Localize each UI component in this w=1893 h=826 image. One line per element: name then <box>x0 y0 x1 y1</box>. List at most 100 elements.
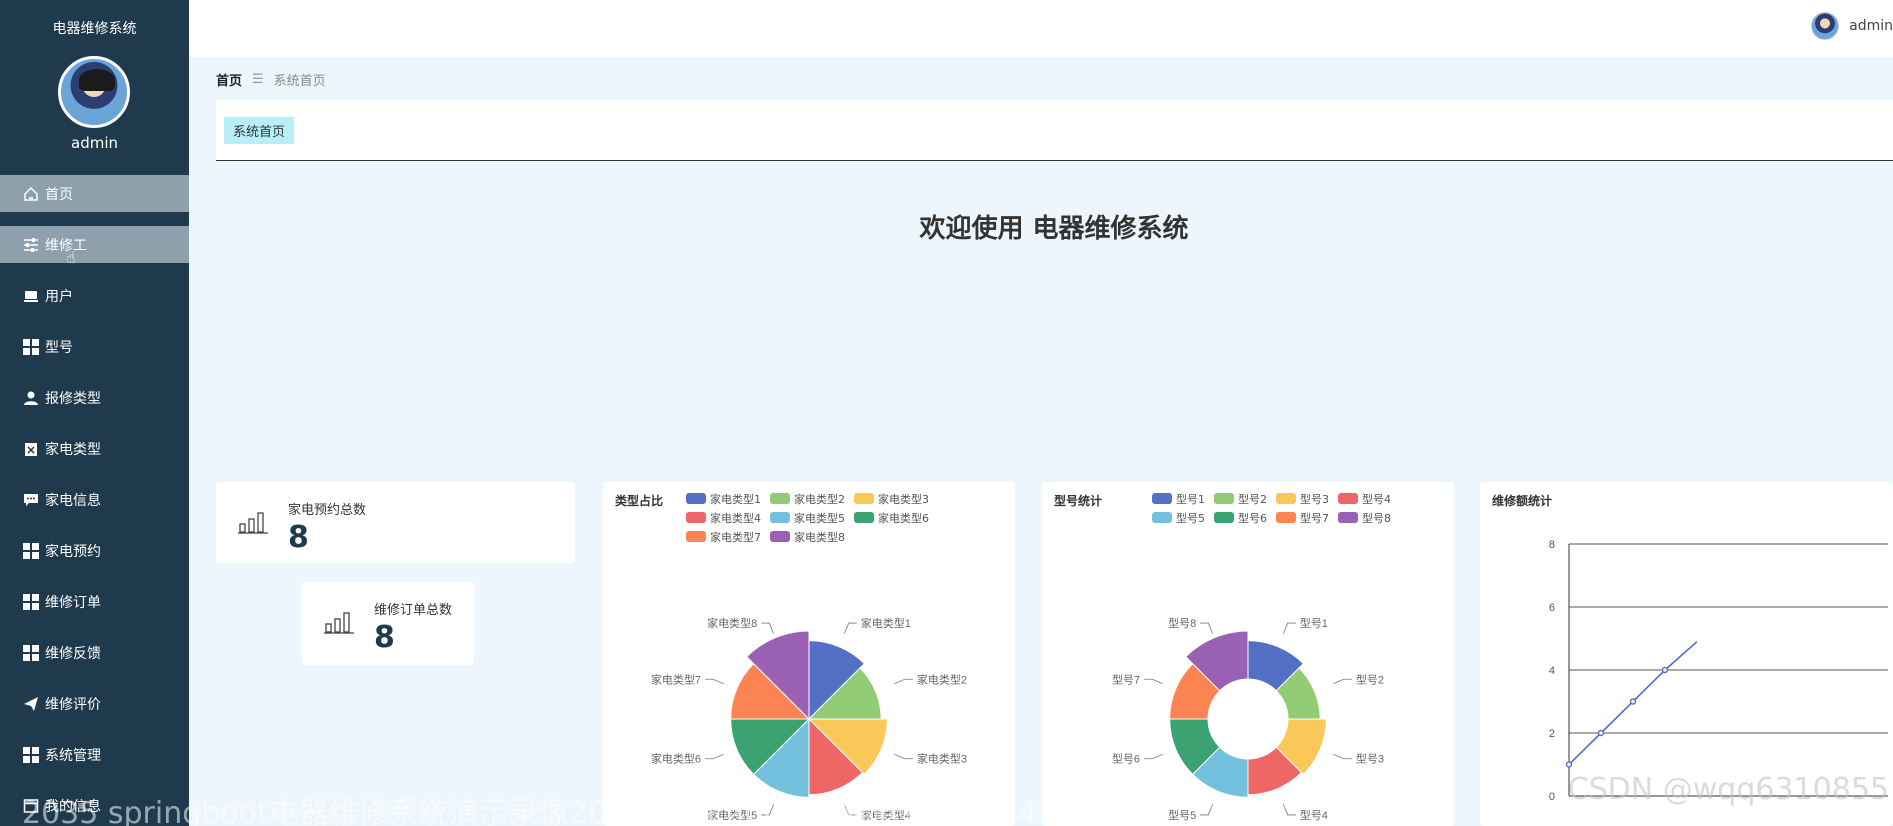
sidebar-item[interactable]: 家电预约 <box>0 532 189 569</box>
legend-item[interactable]: 家电类型2 <box>770 492 845 506</box>
breadcrumb-separator-icon: ☰ <box>252 72 264 87</box>
pie-label: 家电类型2 <box>917 672 967 686</box>
system-title: 电器维修系统 <box>52 21 137 37</box>
pie-label: 型号3 <box>1356 752 1384 766</box>
legend-item[interactable]: 家电类型3 <box>854 492 929 506</box>
legend-item[interactable]: 型号4 <box>1338 492 1391 506</box>
legend-swatch <box>1338 512 1358 523</box>
bar-chart-icon <box>238 512 268 534</box>
legend-item[interactable]: 型号2 <box>1214 492 1267 506</box>
legend-item[interactable]: 型号1 <box>1152 492 1205 506</box>
legend-item[interactable]: 家电类型4 <box>686 511 761 525</box>
data-point <box>1629 698 1637 705</box>
pie-label: 家电类型6 <box>651 752 701 766</box>
pie-label: 型号2 <box>1356 672 1384 686</box>
stat-label: 家电预约总数 <box>288 503 367 518</box>
legend-item[interactable]: 家电类型6 <box>854 511 929 525</box>
sidebar-item[interactable]: 用户 <box>0 277 189 314</box>
grid-icon <box>22 542 40 560</box>
pie-label: 家电类型3 <box>917 752 967 766</box>
pie-label: 型号5 <box>1168 808 1196 822</box>
legend-label: 家电类型5 <box>794 511 845 525</box>
breadcrumb-home[interactable]: 首页 <box>216 70 242 89</box>
pie-label-line <box>1200 622 1214 634</box>
pie-label: 型号8 <box>1168 616 1196 630</box>
legend-item[interactable]: 型号6 <box>1214 511 1267 525</box>
pie-label-line <box>843 622 857 634</box>
chart-title: 维修额统计 <box>1492 494 1553 508</box>
legend-label: 家电类型1 <box>710 492 761 506</box>
pie-label-line <box>1333 753 1352 760</box>
sidebar-item[interactable]: 维修反馈 <box>0 634 189 671</box>
legend-item[interactable]: 家电类型7 <box>686 530 761 544</box>
legend-label: 型号5 <box>1176 511 1205 525</box>
pie-label-line <box>1333 678 1352 685</box>
legend-label: 家电类型3 <box>878 492 929 506</box>
pie-label-line <box>1282 804 1296 816</box>
legend-label: 型号3 <box>1300 492 1329 506</box>
top-bar: admin <box>189 0 1893 57</box>
chart-card-model-stats: 型号1 型号2 型号3 型号4 型号5 型号6 型号7 型号8 型号统计 型号1 型号2 型号3 型… <box>1042 482 1454 826</box>
grid-icon <box>22 593 40 611</box>
sliders-icon <box>22 236 40 254</box>
sidebar-item[interactable]: 型号 <box>0 328 189 365</box>
legend-item[interactable]: 型号5 <box>1152 511 1205 525</box>
legend-label: 家电类型7 <box>710 530 761 544</box>
user-icon <box>22 389 40 407</box>
sidebar: 电器维修系统 admin 首页 维修工 用户 型号 报修类型 家电类型 家电信息 家电预约 维修… <box>0 0 189 826</box>
sidebar-item[interactable]: 维修工 <box>0 226 189 263</box>
y-tick-label: 4 <box>1549 665 1555 677</box>
stat-card-appointments: 家电预约总数 8 <box>216 482 575 563</box>
legend-swatch <box>854 512 874 523</box>
pie-chart-model-stats: 型号1 型号2 型号3 型号4 型号5 型号6 型号7 型号8 <box>1112 616 1384 822</box>
sidebar-item-label: 家电信息 <box>45 492 101 509</box>
legend-swatch <box>686 493 706 504</box>
pie-label: 型号6 <box>1112 752 1140 766</box>
chart-title: 型号统计 <box>1054 494 1103 508</box>
legend-item[interactable]: 家电类型8 <box>770 530 845 544</box>
sidebar-item[interactable]: 系统管理 <box>0 736 189 773</box>
legend-label: 家电类型4 <box>710 511 761 525</box>
bar-chart-icon <box>324 612 354 634</box>
legend-swatch <box>1214 493 1234 504</box>
avatar[interactable] <box>58 56 130 128</box>
tab-home[interactable]: 系统首页 <box>224 117 295 144</box>
pie-label: 型号4 <box>1300 808 1328 822</box>
stat-value: 8 <box>288 520 309 555</box>
legend-item[interactable]: 家电类型5 <box>770 511 845 525</box>
legend-item[interactable]: 型号7 <box>1276 511 1329 525</box>
legend-swatch <box>1276 493 1296 504</box>
top-username[interactable]: admin <box>1849 18 1893 34</box>
legend-swatch <box>1152 512 1172 523</box>
y-tick-label: 2 <box>1549 728 1555 740</box>
welcome-heading: 欢迎使用 电器维修系统 <box>919 214 1189 244</box>
legend-item[interactable]: 型号3 <box>1276 492 1329 506</box>
pie-label-line <box>705 678 724 685</box>
legend-item[interactable]: 型号8 <box>1338 511 1391 525</box>
legend-swatch <box>686 512 706 523</box>
sidebar-item[interactable]: 家电信息 <box>0 481 189 518</box>
sidebar-item-label: 报修类型 <box>45 390 101 407</box>
sidebar-item[interactable]: 维修评价 <box>0 685 189 722</box>
sidebar-item-label: 家电类型 <box>45 441 101 458</box>
legend-item[interactable]: 家电类型1 <box>686 492 761 506</box>
pie-label-line <box>1144 753 1163 760</box>
legend-swatch <box>686 531 706 542</box>
sidebar-item-label: 维修评价 <box>45 696 101 713</box>
sidebar-item[interactable]: 家电类型 <box>0 430 189 467</box>
sidebar-item-label: 首页 <box>45 186 73 203</box>
sidebar-item[interactable]: 报修类型 <box>0 379 189 416</box>
legend-swatch <box>1338 493 1358 504</box>
legend-swatch <box>770 531 790 542</box>
data-point <box>1597 729 1605 737</box>
avatar[interactable] <box>1811 12 1840 40</box>
legend-swatch <box>1214 512 1234 523</box>
data-point <box>1565 761 1573 768</box>
video-watermark: 2035 springboot电器维修系统演示录像2024 ssm 2bl 电器… <box>22 796 1038 826</box>
pie-label: 家电类型1 <box>861 616 911 630</box>
sidebar-item[interactable]: 维修订单 <box>0 583 189 620</box>
chart-legend: 家电类型1 家电类型2 家电类型3 家电类型4 家电类型5 家电类型6 家电类型7 家电类型8 <box>686 492 1011 549</box>
sidebar-item[interactable]: 首页 <box>0 175 189 212</box>
csdn-watermark: CSDN @wqq6310855 <box>1567 772 1889 807</box>
top-user-menu[interactable]: admin <box>1811 12 1893 40</box>
